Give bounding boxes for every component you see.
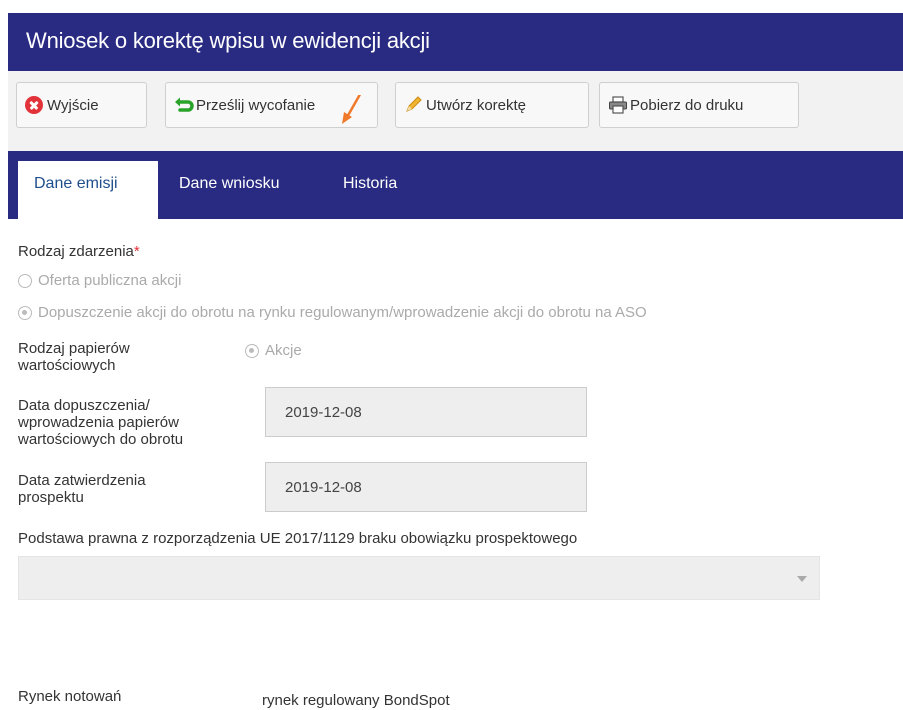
download-print-button[interactable]: Pobierz do druku xyxy=(599,82,799,128)
label-line: wprowadzenia papierów xyxy=(18,414,179,431)
label-line: prospektu xyxy=(18,489,84,506)
prospectus-date-label: Data zatwierdzenia prospektu xyxy=(18,472,146,506)
securities-type-label: Rodzaj papierów wartościowych xyxy=(18,340,130,374)
radio-option-label: Oferta publiczna akcji xyxy=(38,272,182,289)
label-line: Data dopuszczenia/ xyxy=(18,397,150,414)
radio-option-label: Akcje xyxy=(265,342,302,359)
label-line: Rodzaj papierów xyxy=(18,340,130,357)
tab-bar: Dane emisji Dane wniosku Historia xyxy=(8,151,903,219)
exit-button[interactable]: Wyjście xyxy=(16,82,147,128)
legal-basis-label: Podstawa prawna z rozporządzenia UE 2017… xyxy=(18,530,578,547)
title-bar: Wniosek o korektę wpisu w ewidencji akcj… xyxy=(8,13,903,71)
market-label: Rynek notowań xyxy=(18,688,122,705)
annotation-arrow-icon xyxy=(342,95,362,124)
radio-button-selected[interactable] xyxy=(18,305,32,320)
close-icon xyxy=(25,96,43,114)
legal-basis-select[interactable] xyxy=(18,556,820,600)
radio-button-selected[interactable] xyxy=(245,343,259,358)
radio-option-public-offer[interactable]: Oferta publiczna akcji xyxy=(18,272,181,289)
tab-dane-wniosku[interactable]: Dane wniosku xyxy=(179,175,280,193)
undo-arrow-icon xyxy=(174,96,194,114)
market-value: rynek regulowany BondSpot xyxy=(262,692,450,709)
event-type-label-text: Rodzaj zdarzenia xyxy=(18,243,134,260)
tab-dane-emisji[interactable]: Dane emisji xyxy=(18,161,158,219)
printer-icon xyxy=(608,96,627,114)
create-correction-label: Utwórz korektę xyxy=(426,96,527,114)
radio-option-label: Dopuszczenie akcji do obrotu na rynku re… xyxy=(38,304,647,321)
send-withdrawal-label: Prześlij wycofanie xyxy=(196,96,316,114)
label-line: Data zatwierdzenia xyxy=(18,472,146,489)
admission-date-label: Data dopuszczenia/ wprowadzenia papierów… xyxy=(18,397,183,448)
radio-button[interactable] xyxy=(18,273,32,288)
chevron-down-icon[interactable] xyxy=(797,576,807,582)
radio-option-akcje[interactable]: Akcje xyxy=(245,342,302,359)
event-type-label: Rodzaj zdarzenia* xyxy=(18,243,140,260)
tab-historia[interactable]: Historia xyxy=(343,175,397,193)
download-print-label: Pobierz do druku xyxy=(630,96,744,114)
prospectus-date-field[interactable]: 2019-12-08 xyxy=(265,462,587,512)
page-title: Wniosek o korektę wpisu w ewidencji akcj… xyxy=(26,28,430,53)
radio-option-admission[interactable]: Dopuszczenie akcji do obrotu na rynku re… xyxy=(18,304,647,321)
label-line: wartościowych xyxy=(18,357,116,374)
pencil-icon xyxy=(404,96,422,114)
required-mark: * xyxy=(133,243,140,260)
label-line: wartościowych do obrotu xyxy=(18,431,184,448)
tab-label: Dane emisji xyxy=(34,175,118,192)
exit-button-label: Wyjście xyxy=(47,96,99,114)
toolbar: Wyjście Prześlij wycofanie Utwórz korekt… xyxy=(8,71,903,151)
admission-date-field[interactable]: 2019-12-08 xyxy=(265,387,587,437)
create-correction-button[interactable]: Utwórz korektę xyxy=(395,82,589,128)
